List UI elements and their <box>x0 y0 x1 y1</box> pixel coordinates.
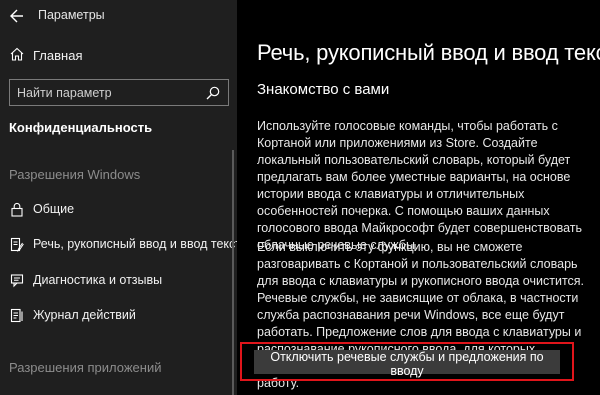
disable-speech-services-button[interactable]: Отключить речевые службы и предложения п… <box>254 350 560 378</box>
sidebar-item-speech[interactable]: Речь, рукописный ввод и ввод текста <box>0 234 248 256</box>
history-icon <box>10 308 24 323</box>
title-bar: Параметры <box>0 0 237 30</box>
section-privacy: Конфиденциальность <box>9 120 153 135</box>
app-title: Параметры <box>38 8 105 22</box>
search-icon[interactable] <box>206 86 220 100</box>
nav-home[interactable]: Главная <box>0 44 237 68</box>
home-icon <box>10 47 24 61</box>
lock-icon <box>10 202 24 217</box>
nav-home-label: Главная <box>33 48 83 63</box>
search-input[interactable] <box>17 84 197 101</box>
group-windows-permissions: Разрешения Windows <box>9 167 141 182</box>
sidebar-item-label: Общие <box>33 202 75 216</box>
sidebar-item-diagnostics[interactable]: Диагностика и отзывы <box>0 270 237 292</box>
description-paragraph: Используйте голосовые команды, чтобы раб… <box>257 119 583 252</box>
sidebar-item-label: Журнал действий <box>33 308 136 322</box>
sidebar-item-general[interactable]: Общие <box>0 199 237 221</box>
sidebar-scrollbar[interactable] <box>232 150 234 395</box>
document-pen-icon <box>10 237 24 252</box>
sidebar-item-label: Речь, рукописный ввод и ввод текста <box>33 237 248 251</box>
main-content: Речь, рукописный ввод и ввод текста Знак… <box>237 0 600 395</box>
group-app-permissions: Разрешения приложений <box>9 360 162 375</box>
section-heading: Знакомство с вами <box>257 81 390 98</box>
sidebar: Параметры Главная Конфиденциальность Раз… <box>0 0 248 395</box>
sidebar-item-activity-history[interactable]: Журнал действий <box>0 305 237 327</box>
sidebar-item-label: Диагностика и отзывы <box>33 273 163 287</box>
search-box[interactable] <box>9 79 229 106</box>
back-arrow-icon[interactable] <box>8 8 24 24</box>
page-title: Речь, рукописный ввод и ввод текста <box>257 40 600 65</box>
feedback-icon <box>10 273 24 288</box>
